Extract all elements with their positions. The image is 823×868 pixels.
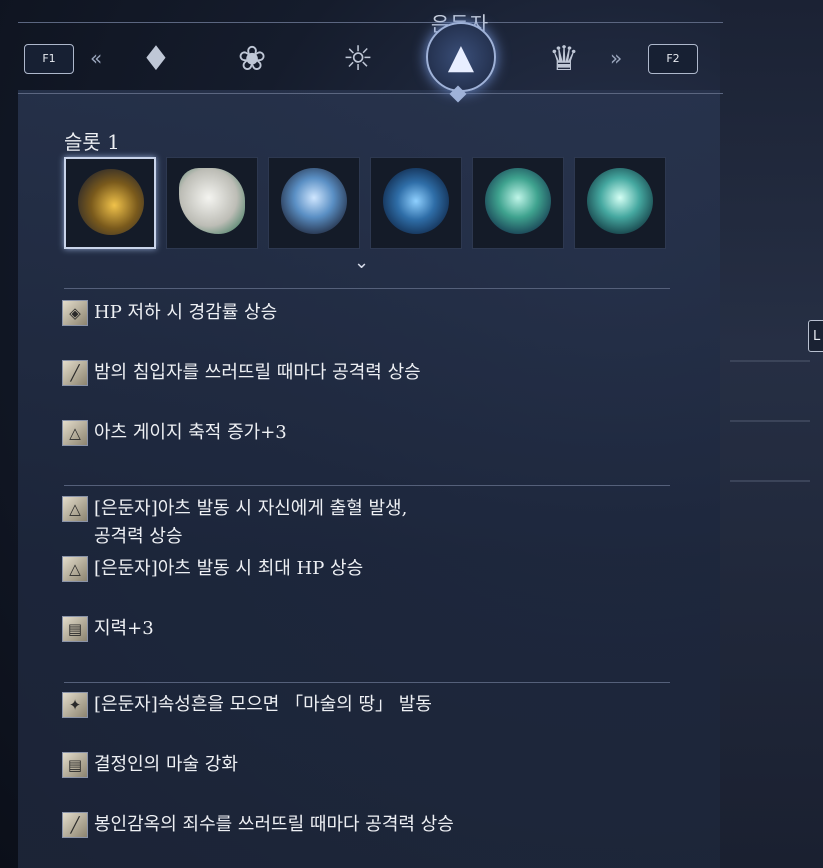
relic-slot-4[interactable] xyxy=(370,157,462,249)
sword-icon: ╱ xyxy=(62,360,88,386)
effect-row: ▤ 결정인의 마술 강화 xyxy=(62,752,238,778)
flask-icon: △ xyxy=(62,556,88,582)
divider xyxy=(64,682,670,683)
relic-slot-6[interactable] xyxy=(574,157,666,249)
chevron-down-icon[interactable]: ⌄ xyxy=(354,254,374,272)
teal-thorn-relic-icon xyxy=(485,168,551,234)
effect-row: ◈ HP 저하 시 경감률 상승 xyxy=(62,300,277,326)
flask-icon: △ xyxy=(62,496,88,522)
slot-title: 슬롯 1 xyxy=(64,130,120,154)
prev-arrow-icon[interactable]: « xyxy=(90,46,102,70)
scroll-icon: ▤ xyxy=(62,616,88,642)
shelf-line xyxy=(730,420,810,422)
shield-icon: ◈ xyxy=(62,300,88,326)
character-selector: 은둔자 F1 « ♦ ❀ ☼ ▲ ♛ » F2 xyxy=(0,0,723,103)
effect-text: 지력+3 xyxy=(94,618,154,639)
divider xyxy=(64,485,670,486)
effect-text: [은둔자]아츠 발동 시 최대 HP 상승 xyxy=(94,558,364,579)
effect-text-line2: 공격력 상승 xyxy=(94,526,183,547)
relic-slot-3[interactable] xyxy=(268,157,360,249)
effect-text: [은둔자]속성흔을 모으면 「마술의 땅」 발동 xyxy=(94,694,432,715)
relic-slot-2[interactable] xyxy=(166,157,258,249)
effect-text: 결정인의 마술 강화 xyxy=(94,754,238,775)
effect-text: 아츠 게이지 축적 증가+3 xyxy=(94,422,287,443)
effect-row: ✦ [은둔자]속성흔을 모으면 「마술의 땅」 발동 xyxy=(62,692,432,718)
flask-icon: △ xyxy=(62,420,88,446)
effect-text: HP 저하 시 경감률 상승 xyxy=(94,302,278,323)
blue-thorn-relic-icon xyxy=(383,168,449,234)
effect-row: △ [은둔자]아츠 발동 시 최대 HP 상승 xyxy=(62,556,363,582)
divider xyxy=(64,288,670,289)
blue-orb-relic-icon xyxy=(281,168,347,234)
scroll-icon: ▤ xyxy=(62,752,88,778)
effect-row: ▤ 지력+3 xyxy=(62,616,154,642)
background-room xyxy=(720,0,823,868)
gold-vortex-relic-icon xyxy=(78,169,144,235)
next-arrow-icon[interactable]: » xyxy=(610,46,622,70)
knight-helm-icon[interactable]: ♛ xyxy=(538,34,590,84)
spark-icon: ✦ xyxy=(62,692,88,718)
effect-text: [은둔자]아츠 발동 시 자신에게 출혈 발생, 공격력 상승 xyxy=(94,496,407,552)
relic-slot-5[interactable] xyxy=(472,157,564,249)
effect-row: ╱ 밤의 침입자를 쓰러뜨릴 때마다 공격력 상승 xyxy=(62,360,421,386)
hooded-figure-icon[interactable]: ♦ xyxy=(130,34,182,84)
winged-helm-icon[interactable]: ❀ xyxy=(226,34,278,84)
teal-orb-relic-icon xyxy=(587,168,653,234)
white-bone-relic-icon xyxy=(179,168,245,234)
shelf-line xyxy=(730,480,810,482)
effect-row: △ [은둔자]아츠 발동 시 자신에게 출혈 발생, 공격력 상승 xyxy=(62,496,407,552)
relic-slot-1[interactable] xyxy=(64,157,156,249)
effect-text: 밤의 침입자를 쓰러뜨릴 때마다 공격력 상승 xyxy=(94,362,421,383)
effect-text: 봉인감옥의 죄수를 쓰러뜨릴 때마다 공격력 상승 xyxy=(94,814,454,835)
effect-row: ╱ 봉인감옥의 죄수를 쓰러뜨릴 때마다 공격력 상승 xyxy=(62,812,454,838)
side-key-hint[interactable]: L xyxy=(808,320,823,352)
shelf-line xyxy=(730,360,810,362)
effect-row: △ 아츠 게이지 축적 증가+3 xyxy=(62,420,287,446)
header-line-top xyxy=(18,22,723,23)
next-character-key[interactable]: F2 xyxy=(648,44,698,74)
wizard-hat-icon[interactable]: ▲ xyxy=(426,22,496,92)
lion-mane-icon[interactable]: ☼ xyxy=(332,34,384,84)
header-line-bottom xyxy=(18,93,723,94)
prev-character-key[interactable]: F1 xyxy=(24,44,74,74)
effect-text-line1: [은둔자]아츠 발동 시 자신에게 출혈 발생, xyxy=(94,498,408,519)
sword-icon: ╱ xyxy=(62,812,88,838)
